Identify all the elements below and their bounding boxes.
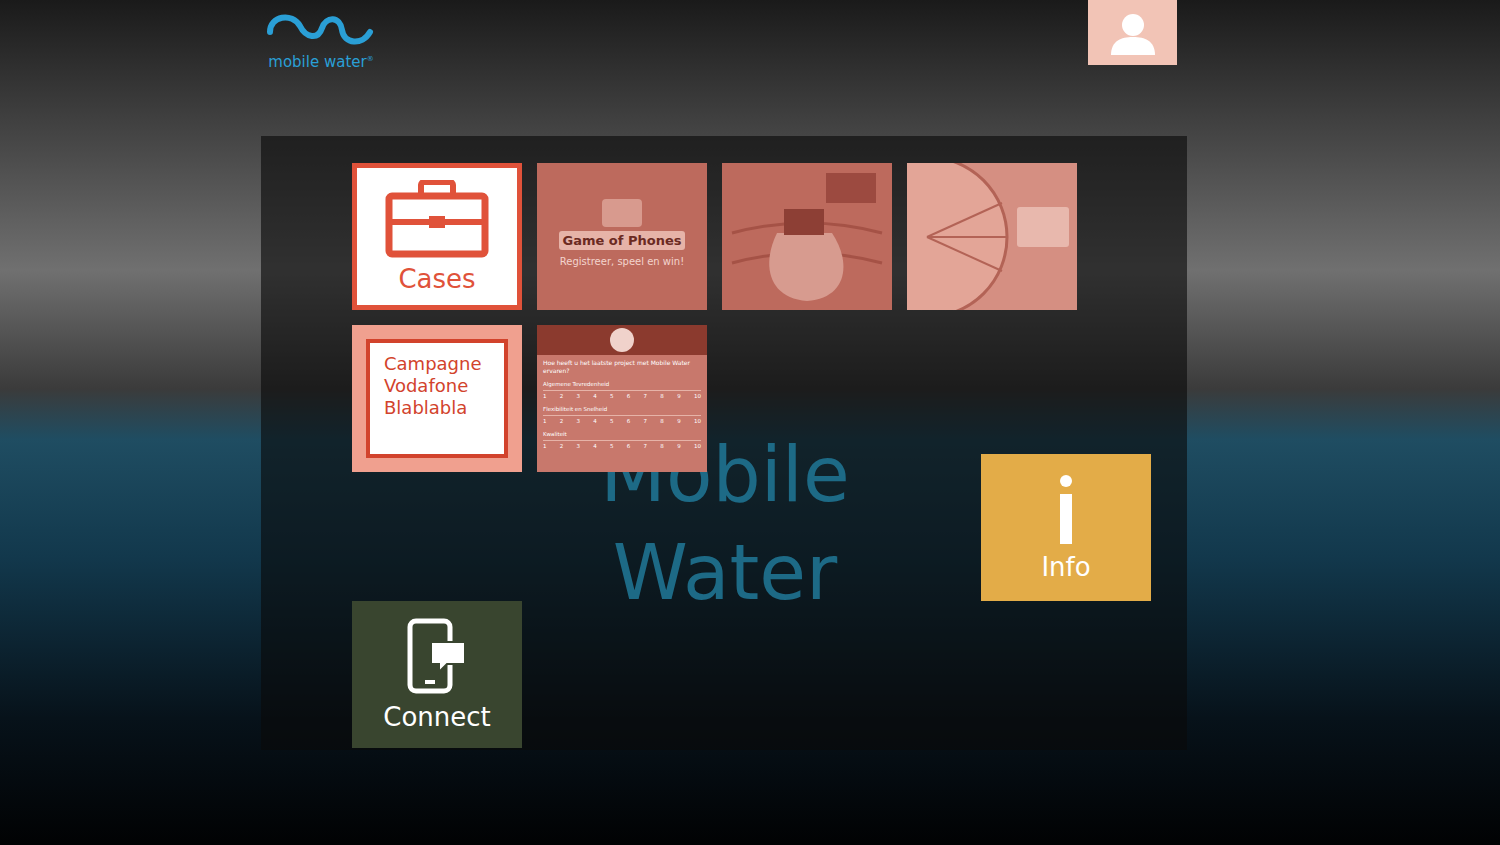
- survey-label: Flexibiliteit en Snelheid: [543, 406, 701, 413]
- scale-number: 8: [660, 393, 664, 400]
- menu-panel: MobileWaterCasesGame of PhonesRegistreer…: [261, 136, 1187, 750]
- scale-number: 4: [593, 418, 597, 425]
- user-button[interactable]: [1088, 0, 1177, 65]
- figure-icon: [602, 199, 642, 227]
- prize-wheel-icon: [907, 163, 1077, 310]
- survey-question: Hoe heeft u het laatste project met Mobi…: [543, 359, 701, 375]
- survey-tile[interactable]: Hoe heeft u het laatste project met Mobi…: [537, 325, 707, 472]
- scale-number: 1: [543, 418, 547, 425]
- scale-number: 1: [543, 393, 547, 400]
- scale-number: 5: [610, 393, 614, 400]
- home-screen: mobile water®MobileWaterCasesGame of Pho…: [0, 0, 1500, 845]
- game-tile[interactable]: Game of Phones Registreer, speel en win!: [537, 163, 707, 310]
- scale-number: 9: [677, 393, 681, 400]
- scale-number: 9: [677, 418, 681, 425]
- scale-number: 6: [627, 393, 631, 400]
- scale-number: 10: [694, 393, 701, 400]
- scale-number: 9: [677, 443, 681, 450]
- survey-scale[interactable]: 1 2 3 4 5 6 7 8 9 10: [543, 440, 701, 450]
- scale-number: 5: [610, 443, 614, 450]
- survey-row: Kwaliteit 1 2 3 4 5 6 7 8 9 10: [543, 431, 701, 450]
- survey-header: [537, 325, 707, 355]
- info-icon: [1056, 474, 1076, 546]
- scale-number: 6: [627, 443, 631, 450]
- logo-text: mobile water®: [268, 50, 373, 71]
- scale-number: 7: [644, 393, 648, 400]
- connect-label: Connect: [383, 702, 491, 732]
- game-subtitle: Registreer, speel en win!: [560, 256, 684, 267]
- info-tile[interactable]: Info: [981, 454, 1151, 601]
- gift-sack-icon: [722, 163, 892, 310]
- sack-tile[interactable]: [722, 163, 892, 310]
- briefcase-icon: [385, 180, 489, 258]
- scale-number: 4: [593, 443, 597, 450]
- scale-number: 2: [560, 443, 564, 450]
- cases-label: Cases: [398, 264, 475, 294]
- survey-label: Algemene Tevredenheid: [543, 381, 701, 388]
- cases-tile[interactable]: Cases: [352, 163, 522, 310]
- campaign-tile[interactable]: Campagne Vodafone Blablabla: [352, 325, 522, 472]
- campaign-card: Campagne Vodafone Blablabla: [366, 339, 508, 458]
- wave-logo-icon: [266, 10, 376, 48]
- scale-number: 8: [660, 418, 664, 425]
- scale-number: 2: [560, 393, 564, 400]
- logo-icon: [610, 328, 634, 352]
- scale-number: 3: [577, 393, 581, 400]
- survey-row: Flexibiliteit en Snelheid 1 2 3 4 5 6 7 8 9 10: [543, 406, 701, 425]
- scale-number: 4: [593, 393, 597, 400]
- scale-number: 10: [694, 418, 701, 425]
- scale-number: 7: [644, 418, 648, 425]
- scale-number: 8: [660, 443, 664, 450]
- survey-scale[interactable]: 1 2 3 4 5 6 7 8 9 10: [543, 390, 701, 400]
- survey-row: Algemene Tevredenheid 1 2 3 4 5 6 7 8 9 10: [543, 381, 701, 400]
- user-icon: [1107, 11, 1159, 55]
- logo[interactable]: mobile water®: [266, 10, 376, 71]
- scale-number: 6: [627, 418, 631, 425]
- scale-number: 7: [644, 443, 648, 450]
- scale-number: 3: [577, 443, 581, 450]
- scale-number: 1: [543, 443, 547, 450]
- phone-chat-icon: [407, 618, 467, 694]
- connect-tile[interactable]: Connect: [352, 601, 522, 748]
- scale-number: 2: [560, 418, 564, 425]
- wheel-tile[interactable]: [907, 163, 1077, 310]
- survey-label: Kwaliteit: [543, 431, 701, 438]
- header: mobile water®: [0, 0, 1500, 136]
- info-label: Info: [1041, 552, 1090, 582]
- game-title: Game of Phones: [559, 231, 686, 250]
- scale-number: 10: [694, 443, 701, 450]
- scale-number: 5: [610, 418, 614, 425]
- scale-number: 3: [577, 418, 581, 425]
- survey-scale[interactable]: 1 2 3 4 5 6 7 8 9 10: [543, 415, 701, 425]
